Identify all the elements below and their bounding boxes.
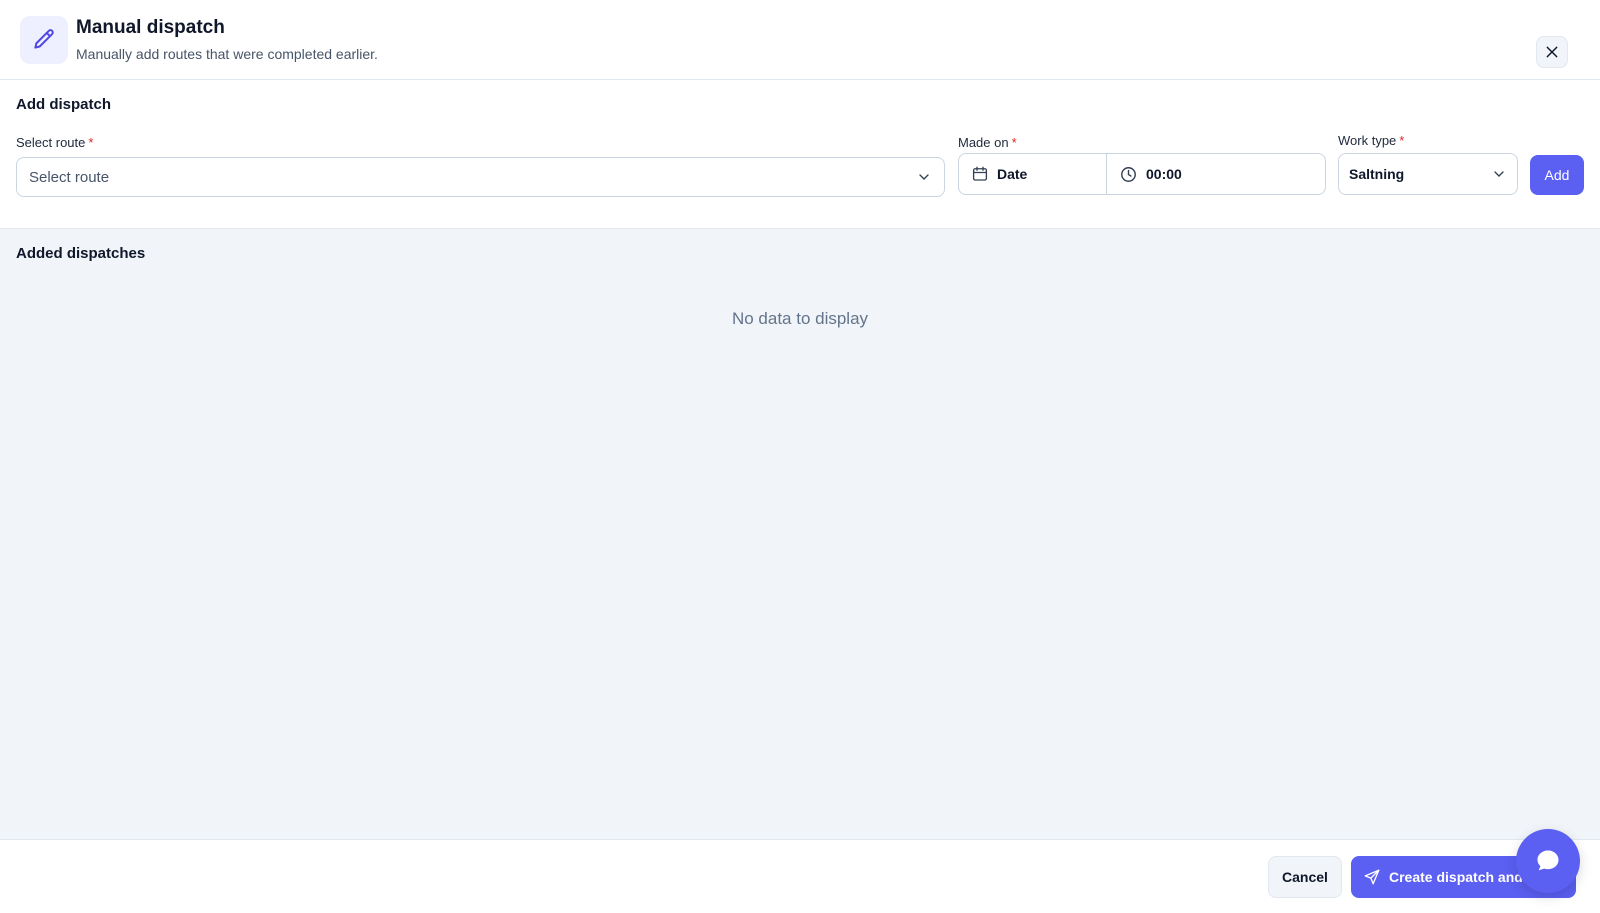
- work-type-select[interactable]: Saltning: [1338, 153, 1518, 195]
- date-picker[interactable]: Date: [959, 154, 1107, 194]
- work-type-label-text: Work type: [1338, 133, 1397, 148]
- cancel-button[interactable]: Cancel: [1268, 856, 1342, 898]
- close-icon: [1546, 46, 1558, 58]
- added-dispatches-title: Added dispatches: [16, 245, 146, 262]
- route-select[interactable]: Select route: [16, 157, 945, 197]
- add-button[interactable]: Add: [1530, 155, 1584, 195]
- chat-launcher-button[interactable]: [1516, 829, 1580, 893]
- close-button[interactable]: [1536, 36, 1568, 68]
- add-dispatch-section: Add dispatch Select route * Select route …: [0, 80, 1600, 229]
- work-type-required-mark: *: [1399, 133, 1405, 148]
- chat-bubble-icon: [1537, 850, 1559, 871]
- made-on-label: Made on *: [958, 135, 1017, 150]
- work-type-label: Work type *: [1338, 133, 1404, 148]
- time-picker[interactable]: 00:00: [1107, 154, 1325, 194]
- chevron-down-icon: [919, 174, 929, 180]
- made-on-required-mark: *: [1011, 135, 1017, 150]
- send-icon: [1364, 869, 1380, 885]
- pencil-icon: [20, 16, 68, 64]
- chevron-down-icon: [1494, 171, 1504, 177]
- route-required-mark: *: [88, 135, 94, 150]
- made-on-input-group: Date 00:00: [958, 153, 1326, 195]
- clock-icon: [1121, 166, 1136, 182]
- route-select-placeholder: Select route: [29, 168, 110, 186]
- route-label: Select route *: [16, 135, 93, 150]
- date-placeholder: Date: [997, 166, 1028, 182]
- calendar-icon: [972, 166, 988, 181]
- add-dispatch-title: Add dispatch: [16, 96, 112, 113]
- dialog-footer: Cancel Create dispatch and in: [0, 839, 1600, 913]
- dialog-subtitle: Manually add routes that were completed …: [76, 46, 378, 62]
- dialog-title: Manual dispatch: [76, 17, 225, 38]
- made-on-label-text: Made on: [958, 135, 1009, 150]
- empty-state-text: No data to display: [731, 309, 869, 328]
- added-dispatches-section: Added dispatches No data to display: [0, 229, 1600, 839]
- work-type-value: Saltning: [1349, 166, 1405, 182]
- route-label-text: Select route: [16, 135, 86, 150]
- create-dispatch-label: Create dispatch and in: [1389, 869, 1540, 885]
- time-value: 00:00: [1146, 166, 1182, 182]
- dialog-header: Manual dispatch Manually add routes that…: [0, 0, 1600, 80]
